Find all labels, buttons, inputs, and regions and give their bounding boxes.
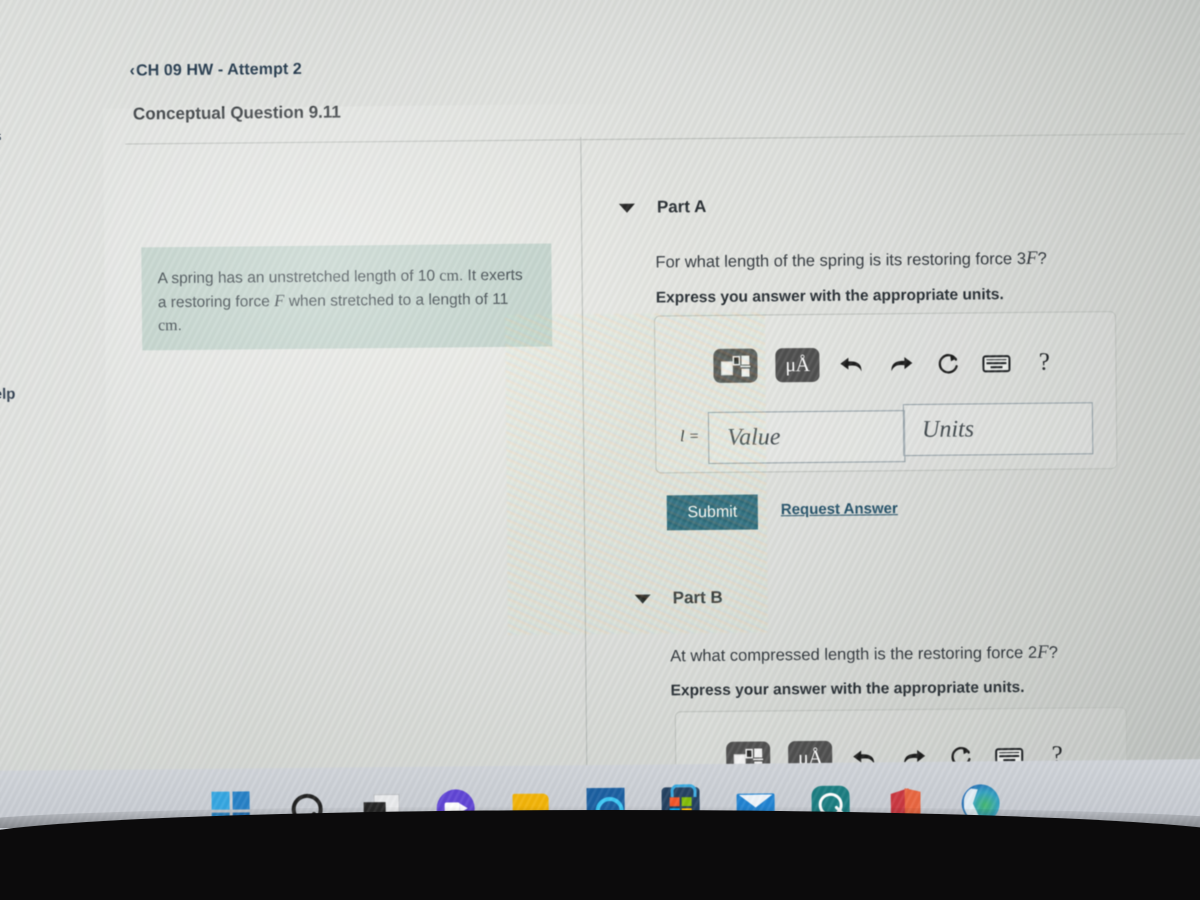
redo-icon[interactable] [885, 349, 915, 379]
chevron-down-icon[interactable] [634, 594, 651, 604]
part-a-request-answer-link[interactable]: Request Answer [781, 500, 898, 518]
header-divider [125, 133, 1186, 145]
part-a-toolbar: μÅ ? [713, 346, 1059, 383]
part-a-question: For what length of the spring is its res… [655, 248, 1047, 274]
part-b-label: Part B [672, 587, 723, 608]
part-b-force-variable: F [1036, 641, 1049, 663]
laptop-screen: s elp ‹CH 09 HW - Attempt 2 Conceptual Q… [0, 0, 1200, 870]
part-b-question: At what compressed length is the restori… [670, 642, 1058, 668]
part-b-instruction: Express your answer with the appropriate… [670, 678, 1025, 700]
page-title: Conceptual Question 9.11 [132, 102, 341, 124]
part-a-answer-widget: μÅ ? l = Value Units [653, 311, 1118, 474]
part-a-question-text: For what length of the spring is its res… [655, 249, 1027, 272]
problem-line3-b: . [177, 317, 182, 335]
photographed-screen: s elp ‹CH 09 HW - Attempt 2 Conceptual Q… [0, 0, 1200, 900]
part-a-submit-button[interactable]: Submit [666, 494, 759, 531]
part-a-value-placeholder: Value [727, 423, 781, 451]
laptop-bezel [0, 810, 1200, 900]
help-icon[interactable]: ? [1029, 348, 1059, 378]
units-icon-label: μÅ [785, 353, 810, 376]
breadcrumb-label[interactable]: CH 09 HW - Attempt 2 [136, 61, 302, 80]
problem-line3-unit: cm [157, 317, 178, 335]
cutoff-text-top-left: s [0, 128, 2, 145]
part-a-instruction: Express you answer with the appropriate … [655, 286, 1004, 307]
part-a-units-placeholder: Units [921, 415, 975, 443]
part-a-value-input[interactable]: Value [707, 410, 906, 464]
chevron-down-icon[interactable] [618, 203, 635, 213]
part-a-force-variable: F [1025, 247, 1038, 269]
back-chevron-icon[interactable]: ‹ [130, 62, 136, 79]
part-a-question-suffix: ? [1037, 249, 1047, 268]
undo-icon[interactable] [837, 349, 867, 379]
part-b-header[interactable]: Part B [634, 587, 723, 609]
problem-statement-box: A spring has an unstretched length of 10… [141, 243, 553, 351]
units-icon[interactable]: μÅ [775, 347, 820, 383]
part-a-header[interactable]: Part A [618, 196, 707, 218]
problem-statement-text: A spring has an unstretched length of 10… [157, 264, 530, 338]
keyboard-icon-glyph [982, 354, 1011, 372]
problem-line2-b: when stretched to a [284, 291, 425, 311]
problem-line1-a: A spring has an unstretched length of 10 [157, 267, 440, 288]
math-template-icon[interactable] [713, 348, 758, 383]
breadcrumb[interactable]: ‹CH 09 HW - Attempt 2 [130, 61, 302, 81]
problem-line1-b: . It [458, 267, 477, 285]
part-a-label: Part A [656, 196, 707, 217]
part-b-question-suffix: ? [1048, 643, 1058, 662]
part-a-equation-label: l = [680, 428, 700, 446]
part-b-question-text: At what compressed length is the restori… [670, 643, 1038, 666]
problem-line1-unit: cm [439, 267, 459, 285]
problem-force-variable: F [274, 291, 285, 311]
pane-divider [580, 137, 588, 778]
keyboard-icon[interactable] [981, 348, 1011, 378]
reset-icon[interactable] [933, 349, 963, 379]
part-a-units-input[interactable]: Units [902, 402, 1094, 457]
problem-line3-a: length of 11 [428, 290, 509, 309]
help-link-cutoff[interactable]: elp [0, 386, 15, 403]
masteringphysics-page: s elp ‹CH 09 HW - Attempt 2 Conceptual Q… [0, 0, 1200, 822]
